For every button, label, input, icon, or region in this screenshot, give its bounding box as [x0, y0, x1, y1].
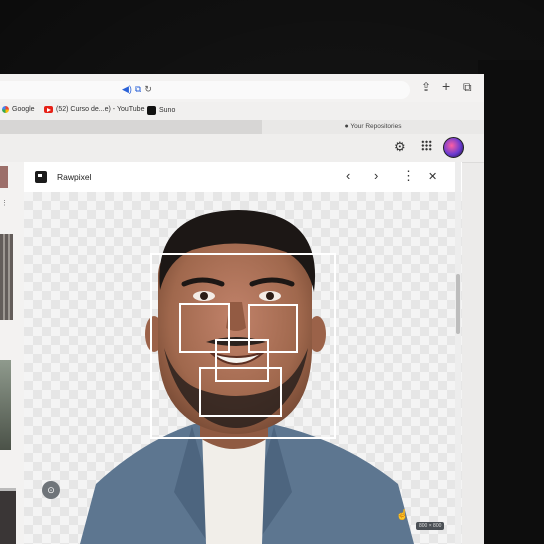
address-bar-icons: ◀) ⧉ ↻ — [122, 84, 155, 95]
chevron-right-icon[interactable]: › — [374, 168, 378, 183]
tab-your-repositories[interactable]: ● Your Repositories — [262, 120, 484, 134]
translate-icon[interactable]: ⧉ — [135, 84, 141, 94]
panel-header: Rawpixel ‹ › ⋮ ✕ — [24, 162, 462, 192]
more-icon[interactable]: ⋮ — [1, 199, 8, 207]
panel-scrollbar-thumb[interactable] — [456, 274, 460, 334]
result-thumbnail[interactable] — [0, 488, 16, 544]
address-bar[interactable] — [0, 81, 410, 99]
new-tab-icon[interactable]: + — [442, 78, 450, 94]
rawpixel-logo-icon — [35, 171, 47, 183]
tabs-overview-icon[interactable]: ⧉ — [463, 80, 472, 95]
avatar[interactable] — [443, 137, 464, 158]
tab-active[interactable] — [0, 120, 262, 134]
bookmark-label: (52) Curso de...e) - YouTube — [56, 106, 145, 113]
panel-scrollbar[interactable] — [455, 162, 461, 544]
bookmarks-bar: Google (52) Curso de...e) - YouTube Suno — [0, 102, 484, 120]
result-thumbnail[interactable] — [0, 360, 11, 450]
bookmark-google[interactable]: Google — [2, 106, 35, 113]
result-thumbnail[interactable] — [0, 234, 13, 320]
share-icon[interactable]: ⇪ — [421, 80, 431, 94]
suno-icon — [147, 106, 156, 115]
github-icon: ● — [344, 123, 349, 130]
bookmark-suno[interactable]: Suno — [147, 106, 175, 115]
gear-icon[interactable]: ⚙ — [394, 139, 406, 155]
mouth-detection-box — [199, 367, 282, 417]
monitor-bezel — [478, 60, 544, 544]
panel-source-title[interactable]: Rawpixel — [57, 172, 92, 182]
bookmark-youtube[interactable]: (52) Curso de...e) - YouTube — [44, 106, 144, 113]
youtube-icon — [44, 106, 53, 113]
lens-search-icon[interactable]: ⊙ — [42, 481, 60, 499]
tab-strip: ● Your Repositories — [0, 120, 484, 134]
close-icon[interactable]: ✕ — [428, 170, 437, 183]
page-header: ⚙ — [0, 134, 484, 163]
more-vertical-icon[interactable]: ⋮ — [402, 168, 415, 184]
chevron-left-icon[interactable]: ‹ — [346, 168, 350, 183]
tab-label: Your Repositories — [350, 123, 402, 130]
result-thumbnail[interactable] — [0, 166, 8, 188]
image-size-badge: 800 × 800 — [416, 522, 445, 530]
reload-icon[interactable]: ↻ — [144, 84, 152, 94]
speaker-icon[interactable]: ◀) — [122, 84, 132, 94]
browser-toolbar: ◀) ⧉ ↻ ⇪ + ⧉ — [0, 74, 484, 102]
results-column: ⋮ — [0, 162, 24, 544]
hand-cursor-icon: ☝ — [396, 510, 409, 521]
google-icon — [2, 106, 9, 113]
apps-grid-icon[interactable] — [421, 140, 432, 151]
bookmark-label: Suno — [159, 107, 176, 114]
bookmark-label: Google — [12, 106, 35, 113]
